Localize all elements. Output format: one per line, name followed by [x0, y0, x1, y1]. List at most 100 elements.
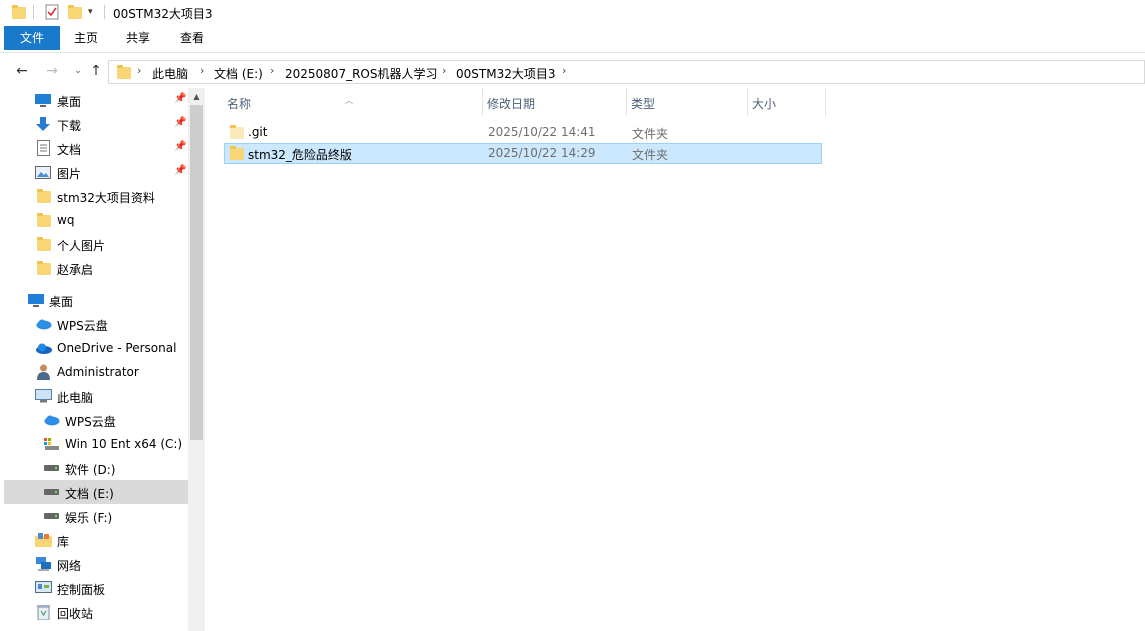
breadcrumb-drive-e[interactable]: 文档 (E:): [214, 65, 263, 82]
nav-item-label: 桌面: [57, 95, 82, 109]
file-name: stm32_危险品终版: [248, 148, 352, 162]
address-row: ← → ⌄ ↑ › 此电脑 › 文档 (E:) › 20250807_ROS机器…: [0, 55, 1145, 87]
address-bar[interactable]: › 此电脑 › 文档 (E:) › 20250807_ROS机器人学习 › 00…: [108, 60, 1145, 84]
sort-ascending-icon: ︿: [345, 96, 353, 105]
nav-item-label: Win 10 Ent x64 (C:): [65, 437, 183, 451]
nav-item-personal-pictures[interactable]: 个人图片: [4, 232, 188, 256]
nav-tree-recycle-bin[interactable]: 回收站: [4, 600, 188, 624]
file-modified: 2025/10/22 14:29: [488, 146, 596, 160]
nav-tree-network[interactable]: 网络: [4, 552, 188, 576]
nav-tree-drive-c[interactable]: Win 10 Ent x64 (C:): [4, 432, 188, 456]
scroll-up-icon[interactable]: ▲: [188, 88, 205, 105]
breadcrumb-current-folder[interactable]: 00STM32大项目3: [456, 65, 555, 82]
nav-item-zhao[interactable]: 赵承启: [4, 256, 188, 280]
chevron-right-icon[interactable]: ›: [442, 64, 446, 77]
chevron-right-icon[interactable]: ›: [200, 64, 204, 77]
column-header-size[interactable]: 大小: [748, 88, 825, 116]
nav-item-label: 回收站: [57, 607, 94, 621]
ribbon: 文件 主页 共享 查看: [0, 26, 1145, 53]
nav-item-label: 库: [57, 535, 70, 549]
navigation-pane: 桌面 📌 下载 📌 文档 📌 图片 📌 stm32大项目资料 wq 个人图片 赵…: [0, 88, 205, 631]
nav-item-label: wq: [57, 213, 75, 227]
file-row-stm32-final[interactable]: stm32_危险品终版 2025/10/22 14:29 文件夹: [224, 143, 822, 164]
new-folder-icon[interactable]: [68, 4, 82, 21]
nav-item-label: 桌面: [49, 295, 74, 309]
tab-home[interactable]: 主页: [62, 26, 110, 50]
back-icon[interactable]: ←: [14, 63, 30, 79]
nav-tree-control-panel[interactable]: 控制面板: [4, 576, 188, 600]
column-header-type[interactable]: 类型: [627, 88, 747, 116]
nav-scrollbar[interactable]: ▲: [188, 88, 205, 631]
nav-tree-wps-cloud-drive[interactable]: WPS云盘: [4, 408, 188, 432]
desktop-icon: [28, 294, 44, 307]
breadcrumb-ros-folder[interactable]: 20250807_ROS机器人学习: [285, 65, 437, 82]
tab-view[interactable]: 查看: [166, 26, 218, 50]
nav-tree-drive-f[interactable]: 娱乐 (F:): [4, 504, 188, 528]
nav-item-label: 娱乐 (F:): [65, 511, 113, 525]
nav-item-label: WPS云盘: [57, 319, 108, 333]
column-header-label: 类型: [631, 97, 656, 111]
pin-icon: 📌: [174, 165, 187, 176]
nav-item-label: 控制面板: [57, 583, 106, 597]
nav-item-pictures[interactable]: 图片 📌: [4, 160, 188, 184]
title-bar: ▾ 00STM32大项目3: [0, 0, 1145, 26]
nav-item-label: 图片: [57, 167, 82, 181]
nav-tree-desktop[interactable]: 桌面: [4, 288, 188, 312]
pin-icon: 📌: [174, 117, 187, 128]
nav-item-label: 此电脑: [57, 391, 94, 405]
chevron-right-icon[interactable]: ›: [137, 64, 141, 77]
folder-icon: [230, 146, 244, 160]
scrollbar-thumb[interactable]: [190, 105, 203, 440]
pictures-icon: [35, 166, 51, 179]
divider: [104, 5, 105, 19]
column-header-modified[interactable]: 修改日期: [483, 88, 626, 116]
folder-icon: [12, 4, 26, 21]
column-header-label: 名称: [227, 97, 252, 111]
file-row-git[interactable]: .git 2025/10/22 14:41 文件夹: [224, 122, 822, 143]
forward-icon[interactable]: →: [44, 63, 60, 79]
nav-tree-administrator[interactable]: Administrator: [4, 360, 188, 384]
up-icon[interactable]: ↑: [88, 63, 104, 79]
nav-tree-wps-cloud[interactable]: WPS云盘: [4, 312, 188, 336]
nav-item-downloads[interactable]: 下载 📌: [4, 112, 188, 136]
nav-tree-drive-e[interactable]: 文档 (E:): [4, 480, 188, 504]
library-icon: [35, 533, 52, 547]
nav-item-label: 下载: [57, 119, 82, 133]
tab-share[interactable]: 共享: [114, 26, 162, 50]
column-divider[interactable]: [825, 88, 826, 116]
file-name: .git: [248, 125, 268, 139]
onedrive-icon: [36, 343, 52, 354]
file-type: 文件夹: [632, 148, 669, 162]
nav-item-label: 文档: [57, 143, 82, 157]
properties-icon[interactable]: [45, 4, 61, 21]
nav-item-desktop[interactable]: 桌面 📌: [4, 88, 188, 112]
recycle-bin-icon: [37, 605, 50, 620]
network-icon: [36, 557, 51, 571]
nav-item-label: stm32大项目资料: [57, 191, 155, 205]
nav-item-label: 赵承启: [57, 263, 94, 277]
chevron-right-icon[interactable]: ›: [270, 64, 274, 77]
nav-tree-onedrive[interactable]: OneDrive - Personal: [4, 336, 188, 360]
column-header-name[interactable]: ︿ 名称: [205, 88, 482, 116]
nav-tree-this-pc[interactable]: 此电脑: [4, 384, 188, 408]
nav-tree-libraries[interactable]: 库: [4, 528, 188, 552]
nav-item-documents[interactable]: 文档 📌: [4, 136, 188, 160]
system-drive-icon: [44, 438, 59, 450]
nav-item-stm32-materials[interactable]: stm32大项目资料: [4, 184, 188, 208]
nav-item-label: 网络: [57, 559, 82, 573]
customize-toolbar-icon[interactable]: ▾: [88, 4, 98, 21]
nav-item-label: 文档 (E:): [65, 487, 114, 501]
nav-item-wq[interactable]: wq: [4, 208, 188, 232]
breadcrumb-this-pc[interactable]: 此电脑: [152, 65, 188, 82]
recent-locations-icon[interactable]: ⌄: [70, 63, 86, 79]
nav-item-label: WPS云盘: [65, 415, 116, 429]
nav-item-label: 软件 (D:): [65, 463, 116, 477]
chevron-right-icon[interactable]: ›: [562, 64, 566, 77]
tab-file[interactable]: 文件: [4, 26, 60, 50]
folder-icon: [37, 213, 51, 227]
drive-icon: [44, 489, 59, 495]
cloud-icon: [44, 415, 60, 426]
drive-icon: [44, 513, 59, 519]
file-type: 文件夹: [632, 127, 669, 141]
nav-tree-drive-d[interactable]: 软件 (D:): [4, 456, 188, 480]
